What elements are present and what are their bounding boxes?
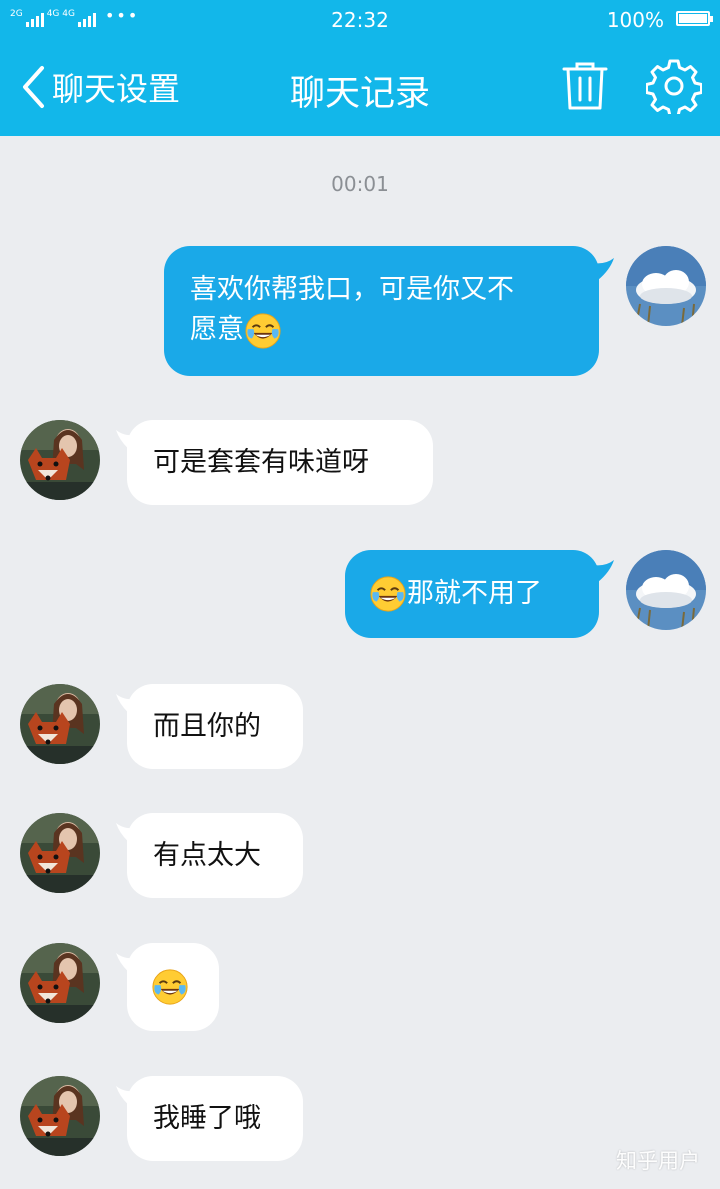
message-text: 那就不用了 [407, 578, 542, 609]
status-bar: 2G 4G 4G ••• 22:32 100% [0, 0, 720, 38]
message-bubble[interactable]: 可是套套有味道呀 [127, 420, 433, 505]
bubble-tail [588, 560, 614, 582]
message-text: 喜欢你帮我口，可是你又不 [190, 274, 514, 305]
message-text: 我睡了哦 [153, 1102, 261, 1134]
page-title: 聊天记录 [289, 74, 430, 114]
message-bubble[interactable]: 有点太大 [127, 813, 303, 898]
trash-icon[interactable] [560, 60, 610, 112]
gear-icon[interactable] [646, 58, 702, 114]
chat-header: 聊天设置 聊天记录 [0, 38, 720, 136]
contact-avatar[interactable] [20, 420, 100, 500]
message-text: 有点太大 [153, 839, 261, 871]
chevron-left-icon [23, 66, 44, 108]
message-bubble[interactable]: 喜欢你帮我口，可是你又不 愿意 [164, 246, 599, 376]
message-bubble[interactable]: 我睡了哦 [127, 1076, 303, 1161]
tears-of-joy-emoji-icon [244, 312, 282, 350]
my-avatar[interactable] [626, 550, 706, 630]
message-bubble[interactable]: 而且你的 [127, 684, 303, 769]
watermark: 知乎用户 [616, 1149, 700, 1173]
contact-avatar[interactable] [20, 943, 100, 1023]
my-avatar[interactable] [626, 246, 706, 326]
message-bubble[interactable]: 那就不用了 [345, 550, 599, 638]
message-text: 而且你的 [153, 710, 261, 742]
message-timestamp: 00:01 [331, 172, 389, 196]
back-button[interactable]: 聊天设置 [20, 64, 180, 110]
tears-of-joy-emoji-icon [369, 575, 407, 613]
tears-of-joy-emoji-icon [151, 968, 189, 1006]
contact-avatar[interactable] [20, 1076, 100, 1156]
contact-avatar[interactable] [20, 684, 100, 764]
battery-percentage: 100% [606, 8, 664, 32]
back-label: 聊天设置 [52, 70, 181, 108]
bubble-tail [588, 258, 614, 280]
contact-avatar[interactable] [20, 813, 100, 893]
message-bubble[interactable] [127, 943, 219, 1031]
message-text-line2: 愿意 [190, 314, 244, 345]
message-text: 可是套套有味道呀 [153, 446, 369, 478]
battery-icon [676, 11, 713, 26]
